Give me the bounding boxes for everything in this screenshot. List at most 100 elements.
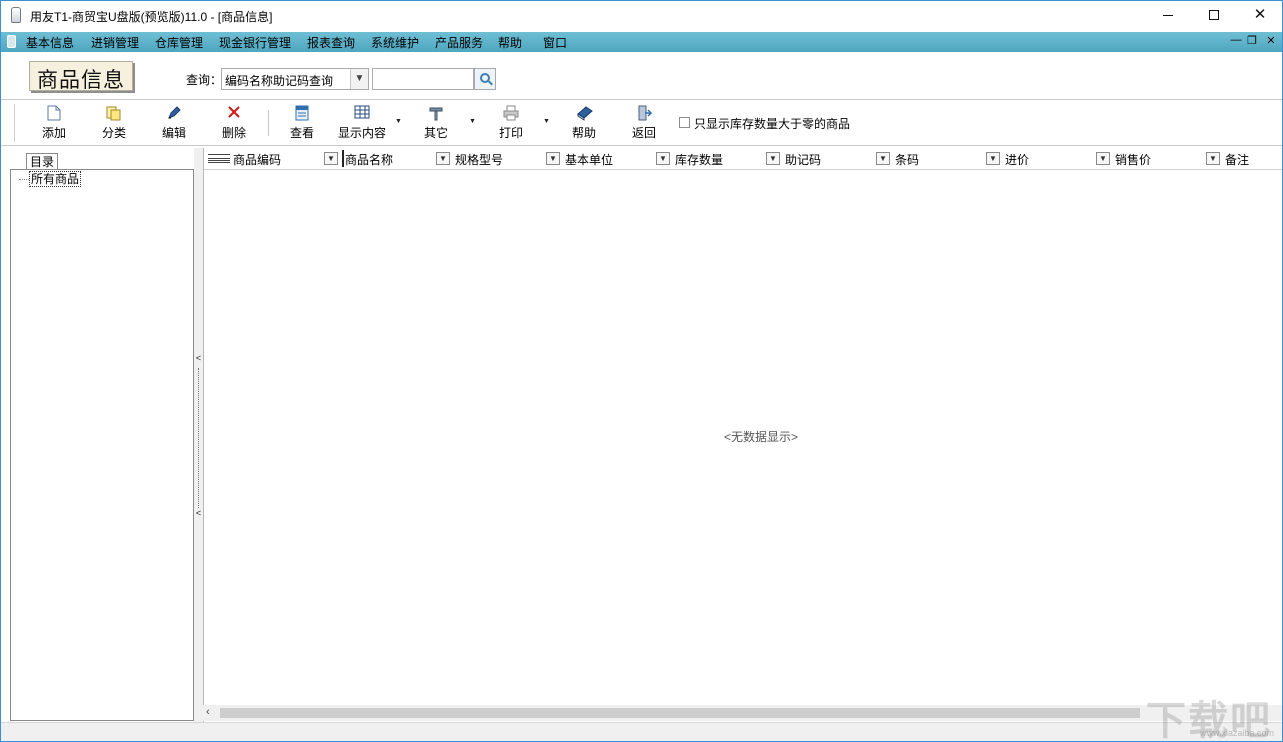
category-label: 分类 [101,126,126,140]
display-content-label: 显示内容 [337,126,386,140]
search-input[interactable] [372,68,474,90]
minimize-icon [1163,14,1173,16]
product-grid[interactable]: 商品编码 ▼ 商品名称 ▼ 规格型号 ▼ 基本单位 ▼ 库存数量 ▼ 助记码 ▼… [203,148,1283,722]
view-button[interactable]: 查看 [286,103,318,143]
title-bar: 用友T1-商贸宝U盘版(预览版)11.0 - [商品信息] ✕ [0,0,1283,32]
toolbar: 添加 分类 编辑 删除 查看 显示内容 ▼ 其它 ▼ 打印 ▼ 帮助 返回 只显… [0,100,1283,146]
help-label: 帮助 [571,126,596,140]
other-dropdown-icon[interactable]: ▼ [469,118,476,125]
column-header[interactable]: 备注 [1225,151,1249,168]
back-button[interactable]: 返回 [628,103,660,143]
print-label: 打印 [498,126,523,140]
page-title-text: 商品信息 [37,69,125,92]
menu-window[interactable]: 窗口 [543,34,567,51]
window-title: 用友T1-商贸宝U盘版(预览版)11.0 - [商品信息] [30,10,273,24]
header-strip: 商品信息 查询： 编码名称助记码查询 ▼ [0,52,1283,100]
other-label: 其它 [423,126,448,140]
menu-bar: 基本信息 进销管理 仓库管理 现金银行管理 报表查询 系统维护 产品服务 帮助 … [0,32,1283,52]
column-header[interactable]: 助记码 [785,151,821,168]
stock-filter-checkbox[interactable] [679,117,690,128]
menu-purchase-sales[interactable]: 进销管理 [91,34,139,51]
print-dropdown-icon[interactable]: ▼ [543,118,550,125]
help-book-icon [576,105,593,121]
query-mode-select[interactable]: 编码名称助记码查询 ▼ [221,68,369,90]
column-header[interactable]: 商品名称 [345,151,393,168]
chevron-down-icon[interactable]: ▼ [656,152,670,165]
edit-button[interactable]: 编辑 [158,103,190,143]
tools-icon [428,105,444,121]
toolbar-separator [268,110,269,136]
menu-system[interactable]: 系统维护 [371,34,419,51]
display-content-dropdown-icon[interactable]: ▼ [395,118,402,125]
collapse-left-icon-bottom[interactable]: < [195,507,202,519]
display-content-button[interactable]: 显示内容 [334,103,390,143]
menu-reports[interactable]: 报表查询 [307,34,355,51]
close-icon: ✕ [1253,6,1267,23]
chevron-down-icon[interactable]: ▼ [350,69,368,89]
column-chooser-icon[interactable] [208,154,230,163]
scroll-left-icon[interactable]: ‹ [206,706,210,718]
delete-icon [226,105,242,121]
edit-label: 编辑 [161,126,186,140]
add-label: 添加 [41,126,66,140]
maximize-icon [1209,10,1219,21]
scroll-thumb[interactable] [220,708,1140,718]
menu-warehouse[interactable]: 仓库管理 [155,34,203,51]
maximize-button[interactable] [1191,0,1237,30]
menu-help[interactable]: 帮助 [498,34,522,51]
column-header[interactable]: 规格型号 [455,151,503,168]
help-button[interactable]: 帮助 [568,103,600,143]
view-document-icon [294,105,310,121]
minimize-button[interactable] [1145,0,1191,30]
chevron-down-icon[interactable]: ▼ [986,152,1000,165]
chevron-down-icon[interactable]: ▼ [1206,152,1220,165]
mdi-document-icon[interactable] [7,35,16,48]
toolbar-grip [14,104,16,142]
view-label: 查看 [289,126,314,140]
category-icon [106,105,122,121]
column-header[interactable]: 进价 [1005,151,1029,168]
empty-grid-message: <无数据显示> [723,430,799,444]
app-icon [11,7,21,23]
close-button[interactable]: ✕ [1237,0,1283,30]
tree-node-all-products[interactable]: 所有商品 [29,171,82,187]
menu-cash-bank[interactable]: 现金银行管理 [219,34,291,51]
column-header[interactable]: 商品编码 [233,151,281,168]
column-header[interactable]: 条码 [895,151,919,168]
horizontal-scrollbar[interactable]: ‹ [203,705,1283,721]
printer-icon [503,105,519,121]
column-header[interactable]: 基本单位 [565,151,613,168]
column-header[interactable]: 销售价 [1115,151,1151,168]
chevron-down-icon[interactable]: ▼ [324,152,338,165]
mdi-restore-icon[interactable]: ❐ [1245,34,1259,47]
status-bar [0,722,1283,742]
mdi-minimize-icon[interactable]: — [1229,34,1243,46]
chevron-down-icon[interactable]: ▼ [876,152,890,165]
new-document-icon [46,105,62,121]
tab-catalog[interactable]: 目录 [26,153,58,170]
chevron-down-icon[interactable]: ▼ [546,152,560,165]
mdi-close-icon[interactable]: ✕ [1264,34,1278,47]
search-button[interactable] [474,68,496,90]
chevron-down-icon[interactable]: ▼ [766,152,780,165]
exit-door-icon [636,105,653,121]
category-button[interactable]: 分类 [98,103,130,143]
print-button[interactable]: 打印 [495,103,527,143]
other-button[interactable]: 其它 [420,103,452,143]
delete-label: 删除 [221,126,246,140]
add-button[interactable]: 添加 [38,103,70,143]
grid-header: 商品编码 ▼ 商品名称 ▼ 规格型号 ▼ 基本单位 ▼ 库存数量 ▼ 助记码 ▼… [204,148,1283,170]
category-tree[interactable] [10,170,194,721]
menu-product-service[interactable]: 产品服务 [435,34,483,51]
pen-icon [166,105,182,121]
grid-icon [354,105,370,121]
stock-filter-label[interactable]: 只显示库存数量大于零的商品 [694,115,850,132]
menu-basic-info[interactable]: 基本信息 [26,34,74,51]
chevron-down-icon[interactable]: ▼ [436,152,450,165]
back-label: 返回 [631,126,656,140]
collapse-left-icon[interactable]: < [195,352,202,364]
delete-button[interactable]: 删除 [218,103,250,143]
query-mode-value: 编码名称助记码查询 [225,74,334,88]
column-header[interactable]: 库存数量 [675,151,723,168]
chevron-down-icon[interactable]: ▼ [1096,152,1110,165]
